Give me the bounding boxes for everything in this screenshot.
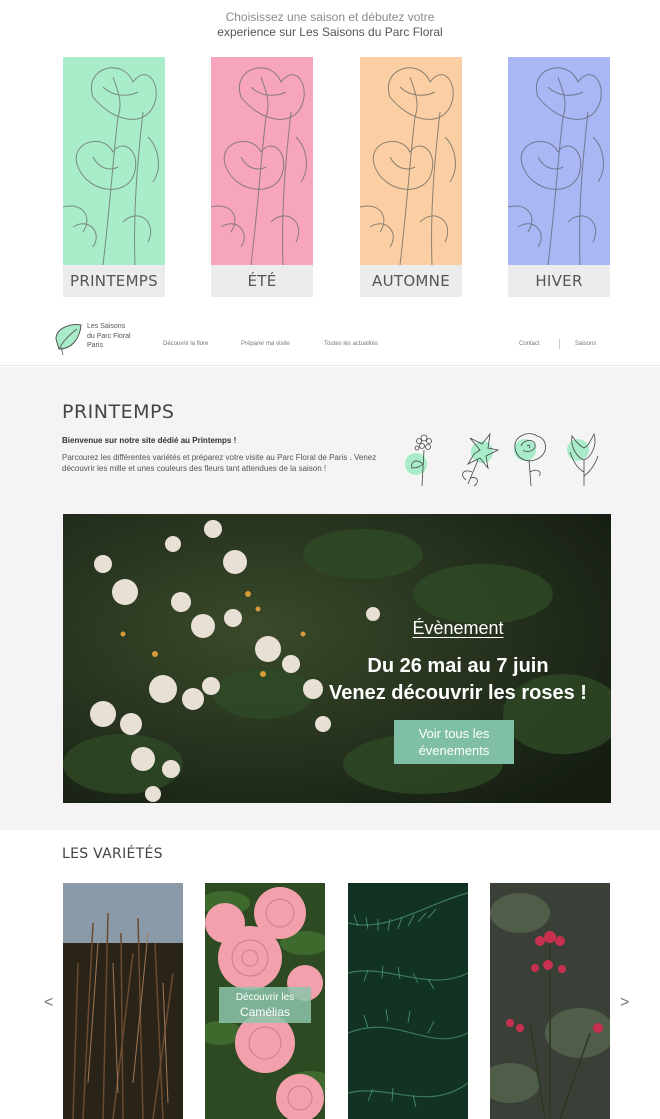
rose-icon xyxy=(514,433,546,487)
event-dates: Du 26 mai au 7 juin Venez découvrir les … xyxy=(303,653,611,707)
button-line-2: évenements xyxy=(418,743,490,758)
welcome-text: Bienvenue sur notre site dédié au Printe… xyxy=(62,436,237,445)
all-events-button[interactable]: Voir tous les évenements xyxy=(394,720,514,764)
event-subtitle: Venez découvrir les roses ! xyxy=(329,682,587,704)
season-label: PRINTEMPS xyxy=(63,265,165,297)
varieties-title: LES VARIÉTÉS xyxy=(62,846,163,862)
variety-card-grasses[interactable] xyxy=(63,883,183,1119)
nav-link-flore[interactable]: Découvrir la flore xyxy=(163,341,208,347)
season-card-ete[interactable]: ÉTÉ xyxy=(211,57,313,297)
season-intro: Choisissez une saison et débutez votre e… xyxy=(0,10,660,40)
event-banner: Évènement Du 26 mai au 7 juin Venez déco… xyxy=(63,514,611,803)
logo-line-1: Les Saisons xyxy=(87,323,126,330)
nav-separator xyxy=(559,339,560,349)
logo-line-3: Paris xyxy=(87,342,103,349)
flower-cluster-icon xyxy=(405,434,432,487)
nav-link-actualites[interactable]: Toutes les actualités xyxy=(324,341,378,347)
variety-card-ferns[interactable] xyxy=(348,883,468,1119)
spring-section: PRINTEMPS Bienvenue sur notre site dédié… xyxy=(0,367,660,830)
tulip-icon xyxy=(567,432,599,486)
discover-camelias-button[interactable]: Découvrir les Camélias xyxy=(219,987,311,1023)
season-label: AUTOMNE xyxy=(360,265,462,297)
season-card-automne[interactable]: AUTOMNE xyxy=(360,57,462,297)
carousel-prev-arrow[interactable]: < xyxy=(44,994,53,1012)
intro-line-1: Choisissez une saison et débutez votre xyxy=(225,10,435,24)
navbar: Les Saisons du Parc Floral Paris Découvr… xyxy=(0,318,660,366)
variety-card-camelias[interactable]: Découvrir les Camélias xyxy=(205,883,325,1119)
season-label: ÉTÉ xyxy=(211,265,313,297)
event-date-range: Du 26 mai au 7 juin xyxy=(367,655,549,677)
button-line-1: Découvrir les xyxy=(235,992,295,1003)
nav-link-contact[interactable]: Contact xyxy=(519,341,540,347)
logo-text[interactable]: Les Saisons du Parc Floral Paris xyxy=(87,322,131,351)
leaf-logo-icon[interactable] xyxy=(53,321,83,357)
variety-card-red-flowers[interactable] xyxy=(490,883,610,1119)
logo-line-2: du Parc Floral xyxy=(87,332,131,340)
flower-illustration xyxy=(211,57,313,265)
flower-illustration xyxy=(508,57,610,265)
lily-icon xyxy=(462,432,500,487)
page-title: PRINTEMPS xyxy=(62,401,175,423)
button-line-2: Camélias xyxy=(239,1005,290,1019)
fern-photo xyxy=(348,883,468,1119)
nav-link-visite[interactable]: Préparer ma visite xyxy=(241,341,290,347)
flower-illustration xyxy=(63,57,165,265)
event-label: Évènement xyxy=(412,618,504,638)
flower-illustration xyxy=(360,57,462,265)
season-label: HIVER xyxy=(508,265,610,297)
red-flower-photo xyxy=(490,883,610,1119)
carousel-next-arrow[interactable]: > xyxy=(620,994,629,1012)
season-card-hiver[interactable]: HIVER xyxy=(508,57,610,297)
grass-photo xyxy=(63,883,183,1119)
event-text: Évènement Du 26 mai au 7 juin Venez déco… xyxy=(303,618,611,707)
intro-line-2: experience sur Les Saisons du Parc Flora… xyxy=(217,25,443,39)
description-text: Parcourez les différentes variétés et pr… xyxy=(62,453,377,473)
season-card-printemps[interactable]: PRINTEMPS xyxy=(63,57,165,297)
nav-link-saisons[interactable]: Saisons xyxy=(575,341,596,347)
button-line-1: Voir tous les xyxy=(418,726,490,741)
